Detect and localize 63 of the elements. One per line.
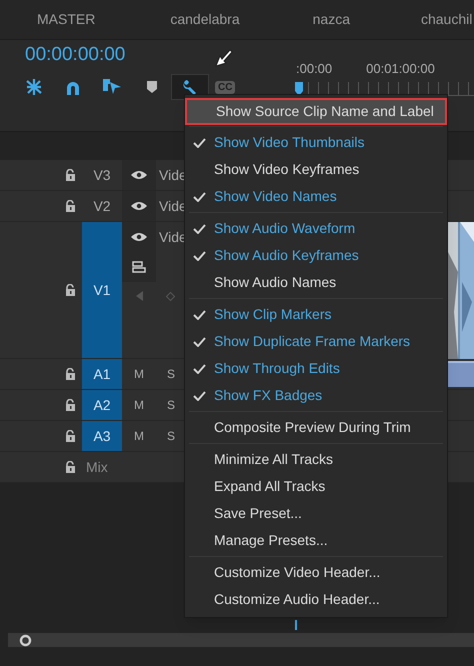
track-target-toggle[interactable]: V1 bbox=[82, 222, 122, 358]
check-icon bbox=[193, 310, 206, 320]
check-icon bbox=[193, 192, 206, 202]
menu-item[interactable]: Composite Preview During Trim bbox=[185, 414, 447, 441]
mute-toggle[interactable]: M bbox=[122, 359, 156, 389]
lock-icon[interactable] bbox=[65, 368, 76, 380]
zoom-handle[interactable] bbox=[19, 634, 32, 646]
menu-item[interactable]: Show Video Names bbox=[185, 183, 447, 210]
menu-item[interactable]: Show Video Thumbnails bbox=[185, 129, 447, 156]
check-icon bbox=[193, 138, 206, 148]
track-target-toggle[interactable]: A2 bbox=[82, 390, 122, 420]
sequence-tab[interactable]: chauchil bbox=[420, 9, 472, 30]
lock-icon[interactable] bbox=[65, 399, 76, 411]
lock-icon[interactable] bbox=[65, 430, 76, 442]
track-target-toggle[interactable]: A1 bbox=[82, 359, 122, 389]
menu-item[interactable]: Show Source Clip Name and Label bbox=[185, 98, 447, 125]
playhead-icon[interactable] bbox=[295, 82, 303, 96]
track-target-toggle[interactable]: A3 bbox=[82, 421, 122, 451]
check-icon bbox=[193, 250, 206, 260]
lock-icon[interactable] bbox=[65, 461, 76, 473]
check-icon bbox=[193, 390, 206, 400]
ruler-timecode: 00:01:00:00 bbox=[366, 60, 435, 78]
menu-item[interactable]: Show Audio Keyframes bbox=[185, 242, 447, 269]
menu-item[interactable]: Manage Presets... bbox=[185, 527, 447, 554]
eye-icon[interactable] bbox=[131, 201, 147, 211]
menu-item[interactable]: Expand All Tracks bbox=[185, 473, 447, 500]
menu-item[interactable]: Show Through Edits bbox=[185, 355, 447, 382]
sequence-tab[interactable]: nazca bbox=[312, 9, 350, 30]
pointer-cursor-icon bbox=[214, 48, 234, 68]
solo-toggle[interactable]: S bbox=[156, 390, 186, 420]
magnet-icon[interactable] bbox=[65, 80, 81, 94]
track-name: Mix bbox=[86, 458, 108, 476]
check-icon bbox=[193, 336, 206, 346]
lock-icon[interactable] bbox=[65, 284, 76, 296]
menu-item[interactable]: Show Duplicate Frame Markers bbox=[185, 328, 447, 355]
solo-toggle[interactable]: S bbox=[156, 359, 186, 389]
solo-toggle[interactable]: S bbox=[156, 421, 186, 451]
menu-item[interactable]: Show FX Badges bbox=[185, 382, 447, 409]
menu-item[interactable]: Minimize All Tracks bbox=[185, 446, 447, 473]
sync-lock-icon[interactable] bbox=[132, 261, 146, 273]
menu-item[interactable]: Show Video Keyframes bbox=[185, 156, 447, 183]
ruler-timecode: :00:00 bbox=[296, 60, 332, 78]
timecode[interactable]: 00:00:00:00 bbox=[25, 45, 268, 64]
menu-item[interactable]: Show Audio Names bbox=[185, 269, 447, 296]
mute-toggle[interactable]: M bbox=[122, 390, 156, 420]
wrench-icon bbox=[182, 79, 198, 95]
check-icon bbox=[193, 364, 206, 374]
sequence-tab[interactable]: candelabra bbox=[170, 9, 240, 30]
menu-item[interactable]: Save Preset... bbox=[185, 500, 447, 527]
eye-icon[interactable] bbox=[131, 232, 147, 242]
menu-item[interactable]: Customize Audio Header... bbox=[185, 586, 447, 613]
menu-item[interactable]: Show Audio Waveform bbox=[185, 215, 447, 242]
audio-clip[interactable] bbox=[448, 361, 474, 387]
sequence-tab[interactable]: MASTER bbox=[37, 9, 96, 30]
menu-item[interactable]: Customize Video Header... bbox=[185, 559, 447, 586]
menu-item[interactable]: Show Clip Markers bbox=[185, 301, 447, 328]
linked-selection-icon[interactable] bbox=[103, 79, 121, 95]
lock-icon[interactable] bbox=[65, 169, 76, 181]
marker-icon[interactable] bbox=[147, 81, 157, 93]
mute-toggle[interactable]: M bbox=[122, 421, 156, 451]
lock-icon[interactable] bbox=[65, 200, 76, 212]
eye-icon[interactable] bbox=[131, 170, 147, 180]
check-icon bbox=[193, 224, 206, 234]
